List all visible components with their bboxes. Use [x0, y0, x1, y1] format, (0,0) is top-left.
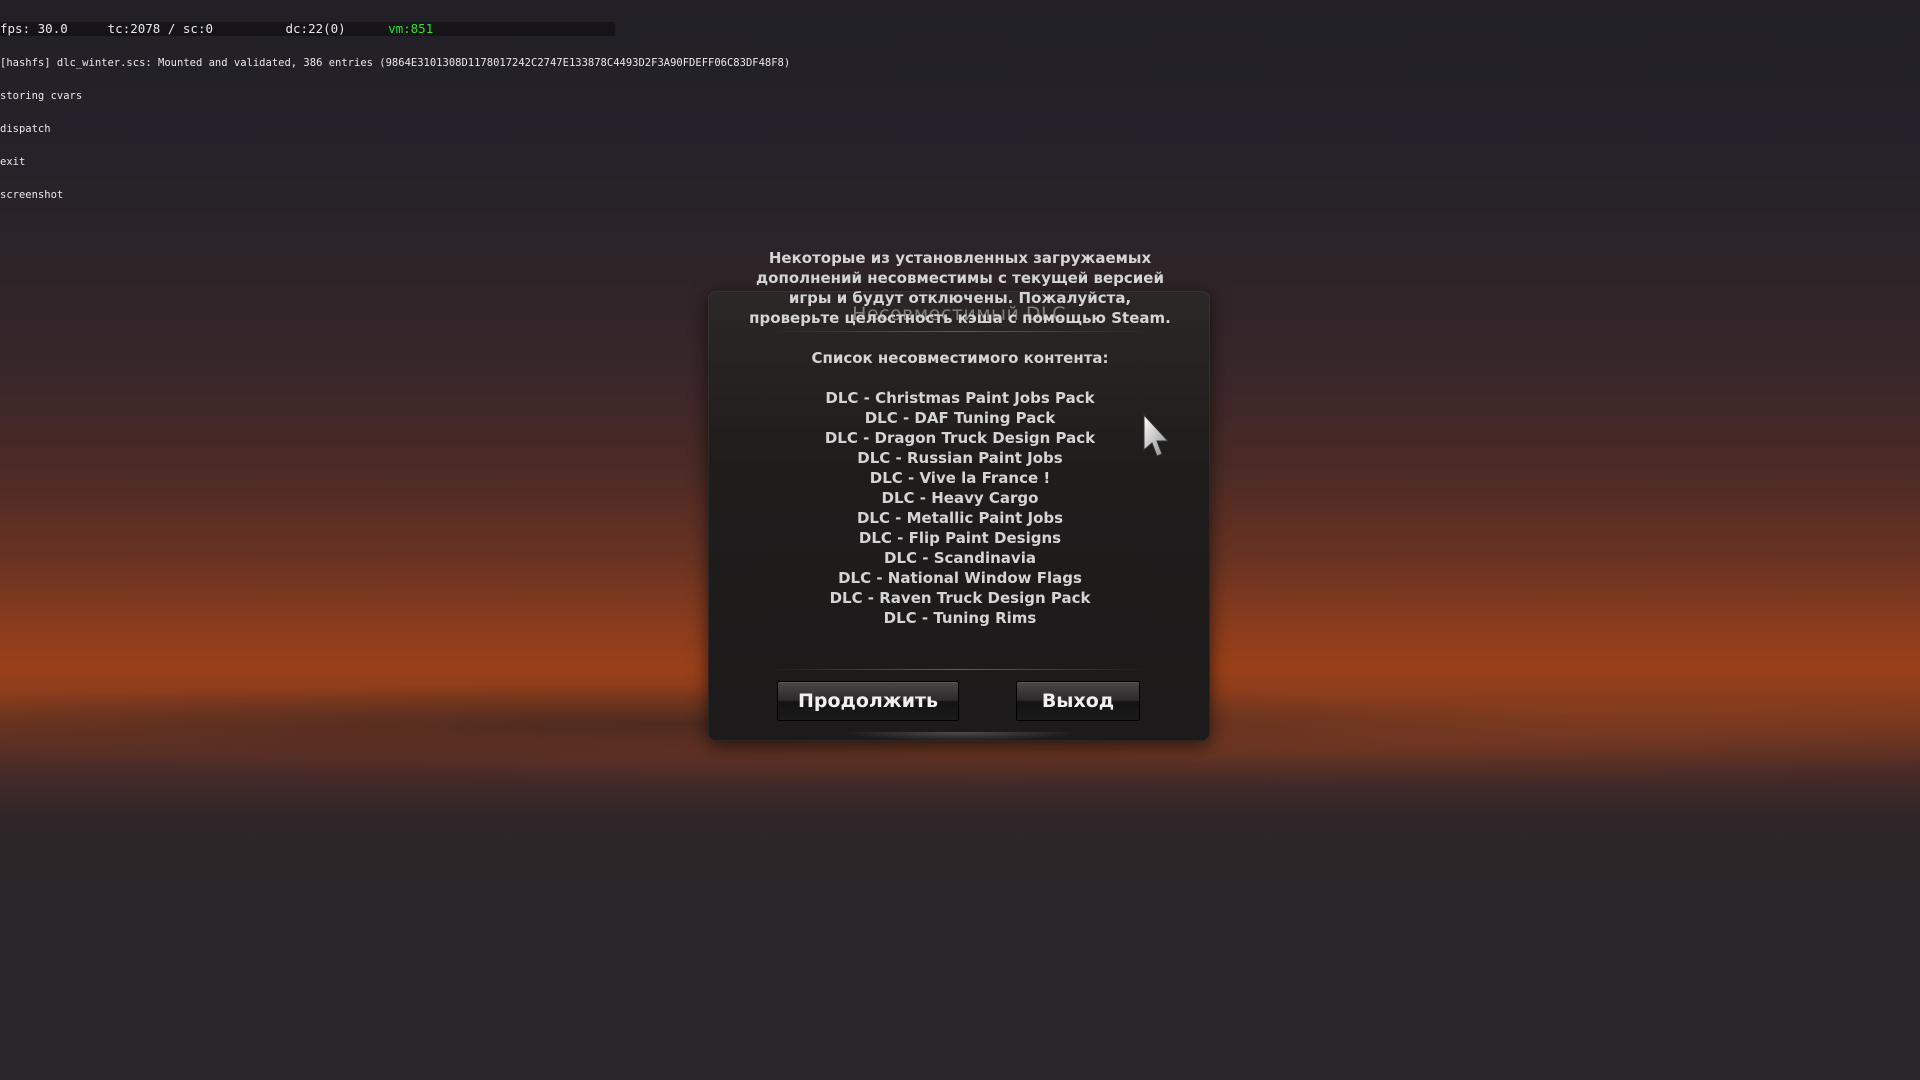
vm-label: vm: [388, 21, 411, 36]
tc-value: 2078 [130, 21, 161, 36]
console-line: dispatch [0, 123, 51, 135]
list-item: DLC - Scandinavia [884, 549, 1036, 567]
console-line: screenshot [0, 189, 64, 201]
exit-button[interactable]: Выход [1016, 681, 1140, 721]
console-line: exit [0, 156, 26, 168]
list-item: DLC - DAF Tuning Pack [864, 409, 1056, 427]
message-text: Некоторые из установленных загружаемых д… [749, 249, 1171, 327]
incompatible-dlc-list: DLC - Christmas Paint Jobs Pack DLC - DA… [748, 388, 1172, 628]
list-item: DLC - Raven Truck Design Pack [829, 589, 1091, 607]
console-line: [hashfs] dlc_winter.scs: Mounted and val… [0, 57, 791, 69]
bottom-divider [768, 669, 1150, 670]
list-item: DLC - Flip Paint Designs [858, 529, 1062, 547]
tc-label: tc: [107, 21, 131, 36]
sc-value: 0 [205, 21, 214, 36]
list-item: DLC - National Window Flags [838, 569, 1082, 587]
list-item: DLC - Russian Paint Jobs [857, 449, 1063, 467]
list-item: DLC - Tuning Rims [883, 609, 1037, 627]
bottom-glow [840, 732, 1080, 741]
dc-value: 22(0) [308, 21, 346, 36]
vm-value: 851 [410, 21, 434, 36]
list-heading: Список несовместимого контента: [811, 349, 1109, 367]
continue-button[interactable]: Продолжить [777, 681, 959, 721]
console-stats-bar: fps: 30.0 tc:2078 / sc:0 dc:22(0) vm:851 [0, 22, 615, 36]
list-item: DLC - Vive la France ! [869, 469, 1051, 487]
list-item: DLC - Dragon Truck Design Pack [824, 429, 1096, 447]
console-line: storing cvars [0, 90, 83, 102]
fps-label: fps: [0, 21, 31, 36]
list-item: DLC - Christmas Paint Jobs Pack [825, 389, 1095, 407]
mouse-pointer-icon [1143, 414, 1169, 457]
list-item: DLC - Heavy Cargo [881, 489, 1039, 507]
debug-console: fps: 30.0 tc:2078 / sc:0 dc:22(0) vm:851 [h… [0, 0, 790, 212]
sc-label: / sc: [167, 21, 206, 36]
list-item: DLC - Metallic Paint Jobs [856, 509, 1064, 527]
fps-value: 30.0 [37, 21, 68, 36]
dialog-message: Некоторые из установленных загружаемых д… [748, 248, 1172, 628]
dc-label: dc: [285, 21, 309, 36]
